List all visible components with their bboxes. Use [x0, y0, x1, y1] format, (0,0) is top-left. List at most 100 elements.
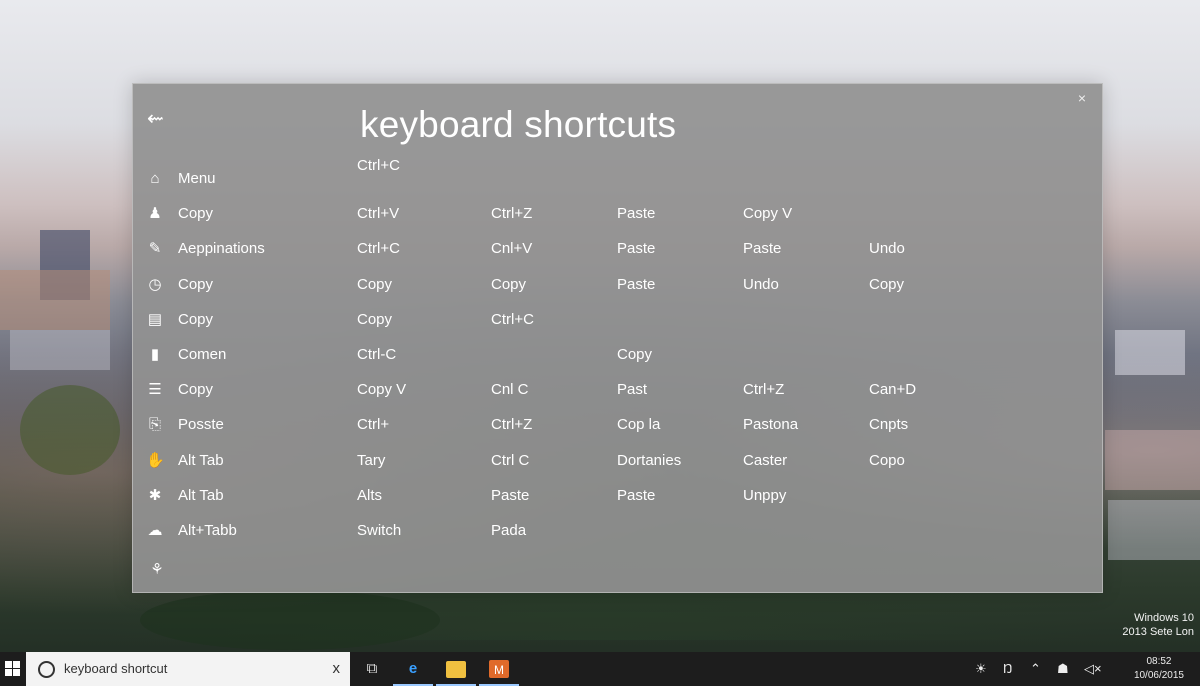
shortcut-category-label: Menu — [178, 170, 216, 187]
shortcut-cell: Tary — [357, 451, 386, 469]
clipboard-icon: ⎘ — [148, 416, 161, 434]
people-icon[interactable]: ☗ — [1057, 652, 1069, 686]
wallpaper-tree — [20, 385, 120, 475]
shortcut-cell: Ctrl+C — [491, 310, 534, 328]
shortcut-category-label: Aeppinations — [178, 240, 265, 258]
close-button[interactable]: × — [1074, 90, 1090, 106]
clock-date: 10/06/2015 — [1133, 670, 1184, 681]
shortcut-cell: Pada — [491, 522, 527, 539]
clear-search-button[interactable]: x — [333, 652, 341, 686]
shortcut-cell: Switch — [357, 522, 402, 539]
shortcut-cell: Alts — [357, 486, 383, 504]
taskbar: keyboard shortcut x ⧉ e M ☀ Ŋ ⌃ ☗ ◁× 08:52 1… — [0, 652, 1200, 686]
document-icon: ▮ — [150, 346, 160, 363]
shortcut-cell: Cnpts — [869, 416, 909, 434]
edge-browser-icon[interactable]: e — [403, 659, 423, 679]
shortcut-cell: Cop la — [617, 416, 661, 434]
shortcut-cell: Paste — [617, 275, 656, 293]
shortcut-cell: Caster — [743, 451, 788, 469]
shortcut-row[interactable]: ▤ Copy Copy Ctrl+C — [133, 307, 1102, 333]
shortcut-cell: Ctrl C — [491, 451, 530, 469]
shortcut-cell: Dortanies — [617, 451, 682, 469]
watermark-line-1: Windows 10 — [1134, 612, 1194, 624]
watermark-line-2: 2013 Sete Lon — [1122, 626, 1194, 638]
pen-icon: ✎ — [148, 240, 162, 258]
shortcut-cell: Ctrl+C — [357, 240, 400, 258]
shortcut-cell: Paste — [617, 205, 656, 223]
wallpaper-building — [1115, 330, 1185, 375]
shortcut-cell: Copy V — [357, 381, 407, 399]
shortcut-row[interactable]: ◷ Copy Copy Copy Paste Undo Copy — [133, 272, 1102, 298]
file-explorer-icon[interactable] — [446, 661, 466, 678]
search-text: keyboard shortcut — [64, 661, 168, 676]
dialog-title: keyboard shortcuts — [360, 104, 677, 145]
shortcut-category-label: Copy — [178, 205, 214, 223]
wallpaper-building — [0, 270, 110, 330]
start-button[interactable] — [0, 652, 26, 686]
brightness-icon[interactable]: ☀ — [975, 652, 987, 686]
list-icon: ☰ — [148, 381, 162, 399]
gear-icon: ✱ — [148, 486, 162, 504]
show-hidden-icons[interactable]: ⌃ — [1030, 652, 1041, 686]
shortcut-category-label: Posste — [178, 416, 224, 434]
shortcut-cell: Copy — [357, 310, 393, 328]
shortcut-category-label: Copy — [178, 275, 214, 293]
shortcut-row[interactable]: ✎ Aeppinations Ctrl+C Cnl+V Paste Paste Undo — [133, 236, 1102, 262]
shortcut-row[interactable]: ♟ Copy Ctrl+V Ctrl+Z Paste Copy V — [133, 201, 1102, 227]
wallpaper-building — [1108, 500, 1200, 560]
settings-icon[interactable]: ⚘ — [147, 560, 167, 580]
search-icon — [38, 661, 55, 678]
shortcut-cell: Undo — [743, 275, 779, 293]
home-icon: ⌂ — [150, 170, 160, 187]
shortcut-row[interactable]: ☁ Alt+Tabb Switch Pada — [133, 518, 1102, 544]
person-icon: ♟ — [148, 205, 162, 223]
shortcut-cell: Cnl C — [491, 381, 529, 399]
hand-icon: ✋ — [146, 451, 165, 469]
shortcut-category-label: Comen — [178, 346, 227, 363]
keyboard-icon: ▤ — [147, 310, 163, 328]
task-view-icon[interactable]: ⧉ — [362, 659, 382, 679]
shortcut-cell: Paste — [743, 240, 782, 258]
wallpaper-tree — [140, 590, 440, 650]
windows-logo-icon — [5, 661, 21, 677]
shortcut-category-label: Alt Tab — [178, 451, 224, 469]
shortcut-cell: Unppy — [743, 486, 787, 504]
shortcut-category-label: Copy — [178, 310, 214, 328]
shortcut-cell: Copy — [869, 275, 905, 293]
shortcut-cell: Pastona — [743, 416, 799, 434]
shortcut-row[interactable]: ✱ Alt Tab Alts Paste Paste Unppy — [133, 483, 1102, 509]
taskbar-search-input[interactable]: keyboard shortcut x — [26, 652, 350, 686]
shortcut-cell: Copy — [617, 346, 653, 363]
shortcut-cell: Ctrl+Z — [491, 416, 533, 434]
shortcut-cell: Undo — [869, 240, 905, 258]
shortcut-row[interactable]: ✋ Alt Tab Tary Ctrl C Dortanies Caster Copo — [133, 448, 1102, 474]
volume-icon[interactable]: ◁× — [1084, 652, 1102, 686]
mail-app-icon[interactable]: M — [489, 660, 509, 678]
shortcut-cell: Cnl+V — [491, 240, 533, 258]
shortcut-row[interactable]: ▮ Comen Ctrl-C Copy — [133, 342, 1102, 368]
shortcut-category-label: Alt+Tabb — [178, 522, 237, 539]
shortcut-cell: Paste — [617, 486, 656, 504]
shortcut-row[interactable]: ⎘ Posste Ctrl+ Ctrl+Z Cop la Pastona Cnpts — [133, 412, 1102, 438]
shortcut-cell: Ctrl+Z — [491, 205, 533, 223]
network-icon[interactable]: Ŋ — [1003, 652, 1012, 686]
shortcut-cell: Copy — [491, 275, 527, 293]
wallpaper-building — [1105, 430, 1200, 490]
back-arrow-icon[interactable]: ⇜ — [147, 108, 169, 130]
shortcut-cell: Ctrl+V — [357, 205, 400, 223]
shortcut-cell: Paste — [491, 486, 530, 504]
taskbar-clock[interactable]: 08:52 10/06/2015 — [1134, 655, 1184, 683]
shortcut-row[interactable]: ☰ Copy Copy V Cnl C Past Ctrl+Z Can+D — [133, 377, 1102, 403]
clock-time: 08:52 — [1146, 656, 1172, 667]
shortcut-cell: Ctrl-C — [357, 346, 397, 363]
shortcut-cell: Paste — [617, 240, 656, 258]
shortcut-category-label: Copy — [178, 381, 214, 399]
shortcut-cell: Copy V — [743, 205, 793, 223]
clock-icon: ◷ — [148, 275, 162, 293]
cloud-icon: ☁ — [147, 522, 163, 539]
shortcut-cell: Ctrl+Z — [743, 381, 785, 399]
shortcut-cell: Past — [617, 381, 648, 399]
shortcut-cell: Copy — [357, 275, 393, 293]
shortcut-row[interactable]: ⌂ Menu — [133, 166, 1102, 192]
shortcut-cell: Ctrl+ — [357, 416, 390, 434]
